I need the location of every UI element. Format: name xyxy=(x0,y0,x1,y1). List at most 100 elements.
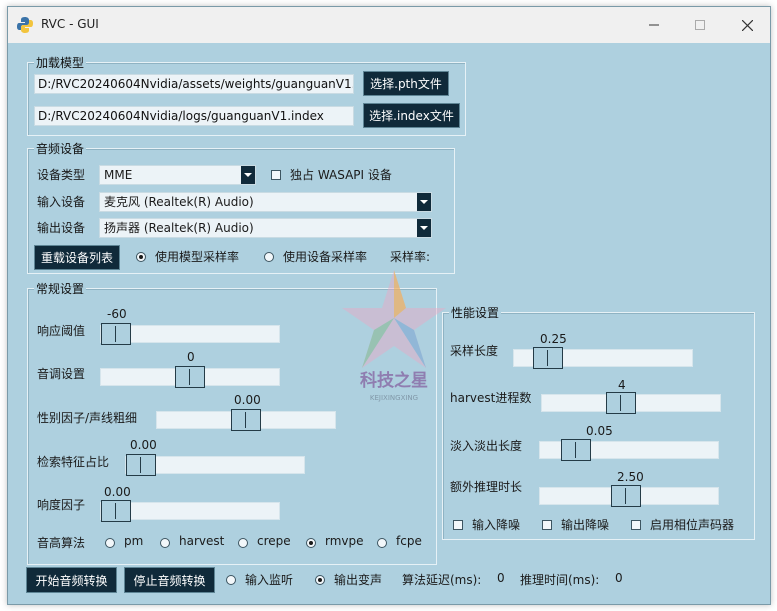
chevron-down-icon[interactable] xyxy=(241,166,255,184)
extra-time-value: 2.50 xyxy=(617,470,644,484)
audio-device-title: 音频设备 xyxy=(34,140,87,157)
pth-path-input[interactable]: D:/RVC20240604Nvidia/assets/weights/guan… xyxy=(34,74,354,94)
output-device-label: 输出设备 xyxy=(37,221,86,235)
radio-model-sample-rate-label: 使用模型采样率 xyxy=(155,250,240,264)
slider-handle[interactable] xyxy=(561,439,591,461)
radio-f0-rmvpe[interactable] xyxy=(306,538,316,548)
infer-time-value: 0 xyxy=(615,571,623,585)
app-window: RVC - GUI 加载模型 D:/RVC20240604Nvidia/asse… xyxy=(7,6,771,605)
rms-value: 0.00 xyxy=(104,485,131,499)
stop-conversion-button[interactable]: 停止音频转换 xyxy=(124,567,215,593)
pitch-slider[interactable] xyxy=(100,366,280,388)
output-device-select[interactable]: 扬声器 (Realtek(R) Audio) xyxy=(99,218,432,238)
radio-output-voice-label: 输出变声 xyxy=(334,573,383,587)
main-content: 加载模型 D:/RVC20240604Nvidia/assets/weights… xyxy=(8,43,770,604)
phase-vocoder-checkbox[interactable] xyxy=(631,520,641,530)
device-type-value: MME xyxy=(104,168,133,182)
formant-label: 性别因子/声线粗细 xyxy=(37,411,138,425)
python-app-icon xyxy=(17,17,33,33)
exclusive-wasapi-checkbox[interactable] xyxy=(271,170,281,180)
radio-device-sample-rate[interactable] xyxy=(264,252,274,262)
extra-time-slider[interactable] xyxy=(539,485,719,507)
select-index-button[interactable]: 选择.index文件 xyxy=(363,103,460,128)
load-model-group: 加载模型 D:/RVC20240604Nvidia/assets/weights… xyxy=(27,54,466,136)
watermark-subtext: KEJIXINGXING xyxy=(370,394,418,402)
threshold-value: -60 xyxy=(107,307,127,321)
formant-slider[interactable] xyxy=(156,409,336,431)
f0-rmvpe-label: rmvpe xyxy=(325,534,364,548)
f0-fcpe-label: fcpe xyxy=(396,534,422,548)
slider-handle[interactable] xyxy=(126,454,156,476)
audio-device-group: 音频设备 设备类型 MME 独占 WASAPI 设备 输入设备 麦克风 (Rea… xyxy=(27,140,455,274)
slider-handle[interactable] xyxy=(101,500,131,522)
slider-handle[interactable] xyxy=(231,409,261,431)
index-path-input[interactable]: D:/RVC20240604Nvidia/logs/guanguanV1.ind… xyxy=(34,106,354,126)
select-pth-button[interactable]: 选择.pth文件 xyxy=(363,71,449,96)
index-rate-slider[interactable] xyxy=(125,454,305,476)
performance-settings-group: 性能设置 采样长度 0.25 harvest进程数 4 淡入淡出长度 0.05 … xyxy=(442,304,755,540)
radio-input-monitor-label: 输入监听 xyxy=(245,573,294,587)
close-button[interactable] xyxy=(724,7,770,43)
f0-harvest-label: harvest xyxy=(179,534,225,548)
reload-devices-button[interactable]: 重载设备列表 xyxy=(34,245,120,270)
harvest-processes-label: harvest进程数 xyxy=(450,391,532,405)
formant-value: 0.00 xyxy=(234,393,261,407)
output-denoise-checkbox[interactable] xyxy=(542,520,552,530)
chevron-down-icon[interactable] xyxy=(417,219,431,237)
radio-f0-fcpe[interactable] xyxy=(377,538,387,548)
harvest-processes-value: 4 xyxy=(618,378,626,392)
input-device-select[interactable]: 麦克风 (Realtek(R) Audio) xyxy=(99,192,432,212)
window-title: RVC - GUI xyxy=(41,17,99,31)
radio-device-sample-rate-label: 使用设备采样率 xyxy=(283,250,368,264)
index-rate-label: 检索特征占比 xyxy=(37,455,110,469)
slider-handle[interactable] xyxy=(533,347,563,369)
general-settings-title: 常规设置 xyxy=(34,280,87,297)
rms-slider[interactable] xyxy=(100,500,280,522)
output-denoise-label: 输出降噪 xyxy=(561,518,610,532)
radio-f0-harvest[interactable] xyxy=(160,538,170,548)
close-icon xyxy=(741,19,753,31)
pitch-label: 音调设置 xyxy=(37,367,86,381)
block-time-label: 采样长度 xyxy=(450,344,499,358)
input-denoise-label: 输入降噪 xyxy=(472,518,521,532)
slider-handle[interactable] xyxy=(175,366,205,388)
crossfade-value: 0.05 xyxy=(586,424,613,438)
device-type-label: 设备类型 xyxy=(37,168,86,182)
minimize-button[interactable] xyxy=(631,7,677,43)
block-time-slider[interactable] xyxy=(513,347,693,369)
slider-handle[interactable] xyxy=(606,392,636,414)
title-bar[interactable]: RVC - GUI xyxy=(8,7,770,43)
extra-time-label: 额外推理时长 xyxy=(450,480,523,494)
radio-output-voice[interactable] xyxy=(315,575,325,585)
delay-label: 算法延迟(ms): xyxy=(402,573,482,587)
load-model-title: 加载模型 xyxy=(34,54,87,71)
minimize-icon xyxy=(649,24,659,26)
crossfade-slider[interactable] xyxy=(539,439,719,461)
device-type-select[interactable]: MME xyxy=(99,165,256,185)
f0-pm-label: pm xyxy=(124,534,144,548)
performance-settings-title: 性能设置 xyxy=(449,304,502,321)
radio-f0-pm[interactable] xyxy=(105,538,115,548)
pitch-value: 0 xyxy=(187,350,195,364)
maximize-icon xyxy=(695,20,705,30)
radio-model-sample-rate[interactable] xyxy=(136,252,146,262)
chevron-down-icon[interactable] xyxy=(417,193,431,211)
sample-rate-label: 采样率: xyxy=(390,250,431,264)
f0-crepe-label: crepe xyxy=(257,534,291,548)
threshold-label: 响应阈值 xyxy=(37,324,86,338)
input-device-value: 麦克风 (Realtek(R) Audio) xyxy=(104,195,254,209)
input-denoise-checkbox[interactable] xyxy=(453,520,463,530)
radio-input-monitor[interactable] xyxy=(226,575,236,585)
threshold-slider[interactable] xyxy=(100,323,280,345)
slider-handle[interactable] xyxy=(611,485,641,507)
maximize-button[interactable] xyxy=(677,7,723,43)
slider-handle[interactable] xyxy=(101,323,131,345)
infer-time-label: 推理时间(ms): xyxy=(520,573,600,587)
phase-vocoder-label: 启用相位声码器 xyxy=(650,518,735,532)
index-rate-value: 0.00 xyxy=(130,438,157,452)
radio-f0-crepe[interactable] xyxy=(238,538,248,548)
harvest-processes-slider[interactable] xyxy=(541,392,721,414)
watermark-text: 科技之星 xyxy=(360,370,428,391)
rms-label: 响度因子 xyxy=(37,498,86,512)
start-conversion-button[interactable]: 开始音频转换 xyxy=(26,567,117,593)
